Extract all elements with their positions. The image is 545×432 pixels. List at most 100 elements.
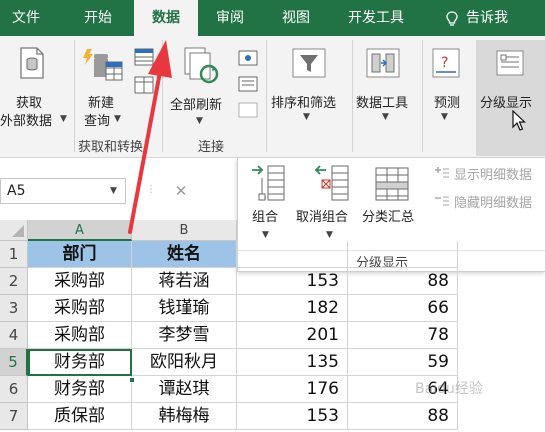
connections-icon[interactable] [238, 50, 258, 66]
select-all-triangle-icon [12, 225, 24, 237]
cell-value-2[interactable]: 78 [348, 322, 458, 349]
fill-handle[interactable] [129, 377, 135, 383]
show-detail-icon [435, 167, 449, 178]
refresh-all-label: 全部刷新 [170, 98, 223, 113]
data-tools-icon [366, 48, 400, 78]
cell-department[interactable]: 采购部 [28, 322, 132, 349]
column-header-b[interactable]: B [132, 220, 237, 241]
group-icon [252, 165, 285, 201]
mouse-cursor-icon [512, 110, 526, 131]
cell-name[interactable]: 谭赵琪 [132, 376, 237, 403]
chevron-down-icon: ▼ [382, 112, 389, 122]
cell-value-2[interactable]: 59 [348, 349, 458, 376]
cell-department[interactable]: 质保部 [28, 403, 132, 430]
cell-department[interactable]: 财务部 [28, 349, 132, 376]
edit-links-icon[interactable] [238, 102, 258, 118]
show-queries-icon[interactable] [134, 48, 154, 66]
subtotal-label: 分类汇总 [362, 210, 415, 225]
cell-value-1[interactable]: 182 [237, 295, 348, 322]
sort-filter-label: 排序和筛选 [271, 96, 337, 111]
group-divider [74, 40, 75, 152]
watermark: Baidu经验 [415, 381, 483, 397]
cell-value-2[interactable]: 88 [348, 268, 458, 295]
group-label: 组合 [252, 210, 279, 225]
row-header[interactable]: 3 [0, 295, 28, 322]
group-connections-label: 连接 [198, 140, 225, 155]
row-header[interactable]: 4 [0, 322, 28, 349]
show-detail-label: 显示明细数据 [454, 168, 533, 183]
chevron-down-icon: ▼ [326, 230, 333, 240]
chevron-down-icon: ▼ [196, 116, 203, 126]
ribbon-tab-bar: 文件 开始 数据 审阅 视图 开发工具 告诉我 [0, 0, 545, 36]
row-header[interactable]: 1 [0, 241, 28, 268]
ungroup-icon [314, 165, 349, 201]
get-external-label-1: 获取 [16, 96, 43, 111]
row-header[interactable]: 6 [0, 376, 28, 403]
cell-name[interactable]: 钱瑾瑜 [132, 295, 237, 322]
name-box[interactable]: A5 [0, 178, 126, 204]
chevron-down-icon: ▼ [262, 230, 269, 240]
forecast-label: 预测 [434, 96, 461, 111]
drag-handle-icon[interactable]: ⋮ [146, 184, 156, 195]
properties-icon[interactable] [238, 76, 258, 92]
formula-bar-area: A5 ▼ ⋮ ✕ [0, 158, 237, 220]
new-query-icon [83, 49, 123, 81]
lightbulb-icon [446, 11, 458, 26]
row-header[interactable]: 2 [0, 268, 28, 295]
tab-review[interactable]: 审阅 [216, 0, 244, 36]
cell-value-1[interactable]: 153 [237, 403, 348, 430]
tell-me-search[interactable]: 告诉我 [466, 0, 508, 36]
chevron-down-icon: ▼ [441, 112, 448, 122]
refresh-all-icon [184, 47, 219, 84]
data-tools-label: 数据工具 [356, 96, 409, 111]
tab-view[interactable]: 视图 [282, 0, 310, 36]
ribbon-data: 获取 外部数据 ▼ 新建 查询 ▼ 获取和转换 全部刷新 ▼ 连接 排序和筛选 … [0, 36, 545, 158]
row-header[interactable]: 5 [0, 349, 28, 376]
tab-home[interactable]: 开始 [84, 0, 112, 36]
column-header-a[interactable]: A [28, 220, 132, 241]
tab-file[interactable]: 文件 [12, 0, 40, 36]
tab-data[interactable]: 数据 [134, 0, 198, 36]
external-data-icon [20, 47, 44, 79]
filter-funnel-icon [292, 48, 326, 78]
header-cell-value-2[interactable] [348, 241, 458, 268]
cell-value-2[interactable]: 88 [348, 403, 458, 430]
cell-value-1[interactable]: 153 [237, 268, 348, 295]
chevron-down-icon: ▼ [60, 114, 67, 124]
cell-name[interactable]: 欧阳秋月 [132, 349, 237, 376]
cell-value-2[interactable]: 66 [348, 295, 458, 322]
ungroup-label: 取消组合 [296, 210, 349, 225]
get-external-label-2: 外部数据 [0, 114, 53, 129]
outline-label: 分级显示 [480, 96, 533, 111]
cell-department[interactable]: 采购部 [28, 268, 132, 295]
svg-text:?: ? [441, 55, 448, 71]
group-get-transform-label: 获取和转换 [78, 140, 144, 155]
cell-name[interactable]: 韩梅梅 [132, 403, 237, 430]
chevron-down-icon: ▼ [303, 112, 310, 122]
forecast-icon: ? [432, 48, 460, 78]
new-query-label-1: 新建 [88, 96, 115, 111]
select-all-corner[interactable] [0, 220, 28, 241]
from-table-icon[interactable] [134, 76, 154, 94]
group-divider [162, 40, 163, 152]
hide-detail-label: 隐藏明细数据 [454, 196, 533, 211]
cancel-button[interactable]: ✕ [166, 178, 196, 204]
group-divider [352, 40, 353, 152]
cell-department[interactable]: 采购部 [28, 295, 132, 322]
row-header[interactable]: 7 [0, 403, 28, 430]
subtotal-icon [375, 167, 409, 201]
cell-value-1[interactable]: 135 [237, 349, 348, 376]
header-cell-value-1[interactable] [237, 241, 348, 268]
header-cell-name[interactable]: 姓名 [132, 241, 237, 268]
cell-department[interactable]: 财务部 [28, 376, 132, 403]
cell-value-1[interactable]: 176 [237, 376, 348, 403]
outline-icon [496, 50, 524, 76]
cell-name[interactable]: 李梦雪 [132, 322, 237, 349]
hide-detail-icon [435, 196, 449, 206]
tab-developer[interactable]: 开发工具 [348, 0, 404, 36]
header-cell-department[interactable]: 部门 [28, 241, 132, 268]
chevron-down-icon: ▼ [114, 114, 121, 124]
chevron-down-icon[interactable]: ▼ [110, 186, 117, 196]
cell-name[interactable]: 蒋若涵 [132, 268, 237, 295]
cell-value-1[interactable]: 201 [237, 322, 348, 349]
